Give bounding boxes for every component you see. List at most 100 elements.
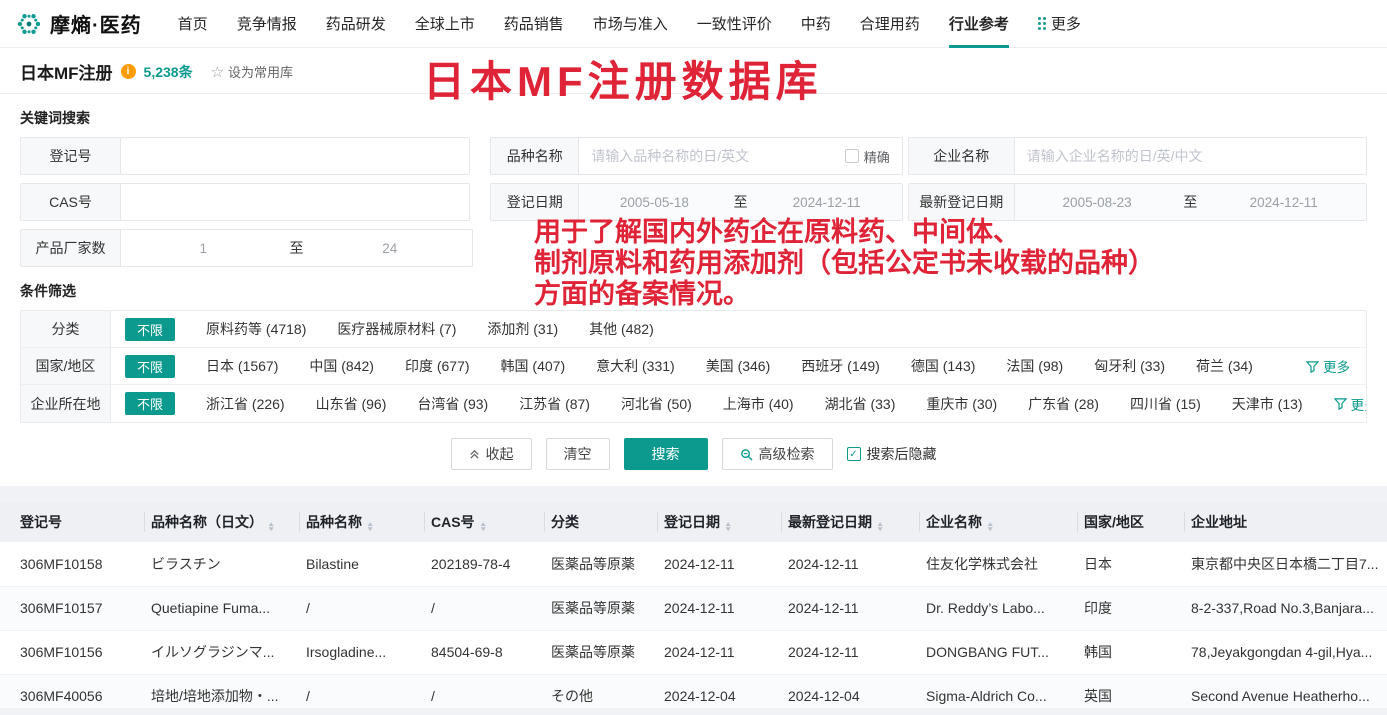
- table-cell: 306MF10157: [0, 586, 145, 630]
- latest-date-range: 2005-08-23 至 2024-12-11: [1015, 184, 1366, 220]
- filter-option[interactable]: 上海市 (40): [723, 394, 794, 414]
- reg-no-input[interactable]: [121, 138, 469, 174]
- nav-item-industry-reference[interactable]: 行业参考: [949, 0, 1009, 48]
- filter-option[interactable]: 山东省 (96): [316, 394, 387, 414]
- table-cell: 韩国: [1078, 630, 1185, 674]
- reg-date-from[interactable]: 2005-05-18: [579, 195, 729, 210]
- reg-date-to[interactable]: 2024-12-11: [752, 195, 902, 210]
- filter-option[interactable]: 德国 (143): [911, 356, 976, 376]
- latest-date-from[interactable]: 2005-08-23: [1015, 195, 1180, 210]
- filter-option[interactable]: 四川省 (15): [1130, 394, 1201, 414]
- filter-option[interactable]: 江苏省 (87): [519, 394, 590, 414]
- nav-item-drug-sales[interactable]: 药品销售: [504, 0, 564, 48]
- exact-match-checkbox[interactable]: 精确: [845, 138, 902, 174]
- nav-item-more[interactable]: 更多: [1038, 0, 1081, 48]
- col-header-country[interactable]: 国家/地区: [1078, 502, 1185, 542]
- sort-icon[interactable]: ▲▼: [987, 522, 993, 533]
- filter-option[interactable]: 美国 (346): [706, 356, 771, 376]
- filter-unlimited-chip[interactable]: 不限: [125, 318, 175, 341]
- nav-item-competitive-intel[interactable]: 竞争情报: [237, 0, 297, 48]
- results-table-wrap: 登记号 品种名称（日文）▲▼ 品种名称▲▼ CAS号▲▼ 分类 登记日期▲▼ 最…: [0, 502, 1387, 715]
- company-name-input[interactable]: [1015, 138, 1366, 174]
- manufacturer-count-from[interactable]: 1: [121, 241, 286, 256]
- logo[interactable]: 摩熵·医药: [16, 9, 142, 38]
- clear-button[interactable]: 清空: [546, 438, 610, 470]
- sort-icon[interactable]: ▲▼: [877, 522, 883, 533]
- nav-more-label: 更多: [1051, 13, 1081, 34]
- filter-more-button[interactable]: 更多: [1306, 356, 1352, 376]
- cas-input[interactable]: [121, 184, 469, 220]
- filter-option[interactable]: 浙江省 (226): [206, 394, 285, 414]
- results-table: 登记号 品种名称（日文）▲▼ 品种名称▲▼ CAS号▲▼ 分类 登记日期▲▼ 最…: [0, 502, 1387, 715]
- col-header-name-jp[interactable]: 品种名称（日文）▲▼: [145, 502, 300, 542]
- table-cell: Quetiapine Fuma...: [145, 586, 300, 630]
- info-icon[interactable]: i: [121, 64, 136, 79]
- table-row[interactable]: 306MF10158 ビラスチン Bilastine 202189-78-4 医…: [0, 542, 1387, 586]
- col-header-address[interactable]: 企业地址: [1185, 502, 1387, 542]
- advanced-search-button[interactable]: 高级检索: [722, 438, 833, 470]
- filter-option[interactable]: 匈牙利 (33): [1094, 356, 1165, 376]
- filter-option[interactable]: 印度 (677): [405, 356, 470, 376]
- col-header-latest-date[interactable]: 最新登记日期▲▼: [782, 502, 920, 542]
- nav-item-consistency-eval[interactable]: 一致性评价: [697, 0, 772, 48]
- col-header-company[interactable]: 企业名称▲▼: [920, 502, 1078, 542]
- filter-option[interactable]: 广东省 (28): [1028, 394, 1099, 414]
- latest-date-to[interactable]: 2024-12-11: [1201, 195, 1366, 210]
- nav-item-drug-rd[interactable]: 药品研发: [326, 0, 386, 48]
- collapse-button[interactable]: 收起: [451, 438, 532, 470]
- sort-icon[interactable]: ▲▼: [480, 522, 486, 533]
- filter-option[interactable]: 台湾省 (93): [417, 394, 488, 414]
- sort-icon[interactable]: ▲▼: [268, 522, 274, 533]
- advanced-search-label: 高级检索: [759, 444, 815, 464]
- filter-option[interactable]: 其他 (482): [589, 319, 654, 339]
- col-header-category[interactable]: 分类: [545, 502, 658, 542]
- table-cell: 8-2-337,Road No.3,Banjara...: [1185, 586, 1387, 630]
- search-row-2: CAS号 登记日期 2005-05-18 至 2024-12-11 最新登记日期…: [20, 183, 1367, 221]
- filter-option[interactable]: 湖北省 (33): [825, 394, 896, 414]
- filter-option[interactable]: 日本 (1567): [206, 356, 278, 376]
- filter-option[interactable]: 荷兰 (34): [1196, 356, 1253, 376]
- manufacturer-count-to[interactable]: 24: [308, 241, 473, 256]
- filter-option[interactable]: 河北省 (50): [621, 394, 692, 414]
- filter-options-country: 不限 日本 (1567) 中国 (842) 印度 (677) 韩国 (407) …: [111, 348, 1366, 384]
- table-row[interactable]: 306MF10157 Quetiapine Fuma... / / 医薬品等原薬…: [0, 586, 1387, 630]
- table-cell: 医薬品等原薬: [545, 542, 658, 586]
- product-name-input[interactable]: [579, 138, 844, 174]
- latest-date-field-group: 最新登记日期 2005-08-23 至 2024-12-11: [908, 183, 1367, 221]
- col-header-reg-date[interactable]: 登记日期▲▼: [658, 502, 782, 542]
- company-name-field-group: 企业名称: [908, 137, 1367, 175]
- filter-unlimited-chip[interactable]: 不限: [125, 392, 175, 415]
- set-favorite-button[interactable]: ☆ 设为常用库: [211, 62, 293, 81]
- keyword-search-label: 关键词搜索: [20, 108, 1367, 128]
- filter-options-category: 不限 原料药等 (4718) 医疗器械原材料 (7) 添加剂 (31) 其他 (…: [111, 311, 1366, 347]
- table-cell: イルソグラジンマ...: [145, 630, 300, 674]
- table-cell: /: [425, 586, 545, 630]
- search-button[interactable]: 搜索: [624, 438, 708, 470]
- hide-after-search-checkbox[interactable]: ✓ 搜索后隐藏: [847, 444, 937, 464]
- nav-item-global-launch[interactable]: 全球上市: [415, 0, 475, 48]
- col-header-reg-no[interactable]: 登记号: [0, 502, 145, 542]
- table-row[interactable]: 306MF10156 イルソグラジンマ... Irsogladine... 84…: [0, 630, 1387, 674]
- filter-option[interactable]: 重庆市 (30): [926, 394, 997, 414]
- filter-option[interactable]: 医疗器械原材料 (7): [337, 319, 456, 339]
- filter-option[interactable]: 法国 (98): [1006, 356, 1063, 376]
- sort-icon[interactable]: ▲▼: [725, 522, 731, 533]
- nav-item-rational-use[interactable]: 合理用药: [860, 0, 920, 48]
- filter-option[interactable]: 天津市 (13): [1232, 394, 1303, 414]
- filter-option[interactable]: 原料药等 (4718): [206, 319, 306, 339]
- nav-item-tcm[interactable]: 中药: [801, 0, 831, 48]
- nav-item-market-access[interactable]: 市场与准入: [593, 0, 668, 48]
- sort-icon[interactable]: ▲▼: [367, 522, 373, 533]
- favorite-label: 设为常用库: [228, 62, 293, 81]
- nav-item-home[interactable]: 首页: [178, 0, 208, 48]
- col-header-cas[interactable]: CAS号▲▼: [425, 502, 545, 542]
- filter-more-button[interactable]: 更多: [1334, 394, 1366, 414]
- filter-option[interactable]: 中国 (842): [309, 356, 374, 376]
- filter-option[interactable]: 韩国 (407): [501, 356, 566, 376]
- col-header-name[interactable]: 品种名称▲▼: [300, 502, 425, 542]
- filter-row-company-location: 企业所在地 不限 浙江省 (226) 山东省 (96) 台湾省 (93) 江苏省…: [21, 385, 1366, 422]
- filter-option[interactable]: 西班牙 (149): [801, 356, 880, 376]
- filter-option[interactable]: 意大利 (331): [596, 356, 675, 376]
- filter-option[interactable]: 添加剂 (31): [487, 319, 558, 339]
- filter-unlimited-chip[interactable]: 不限: [125, 355, 175, 378]
